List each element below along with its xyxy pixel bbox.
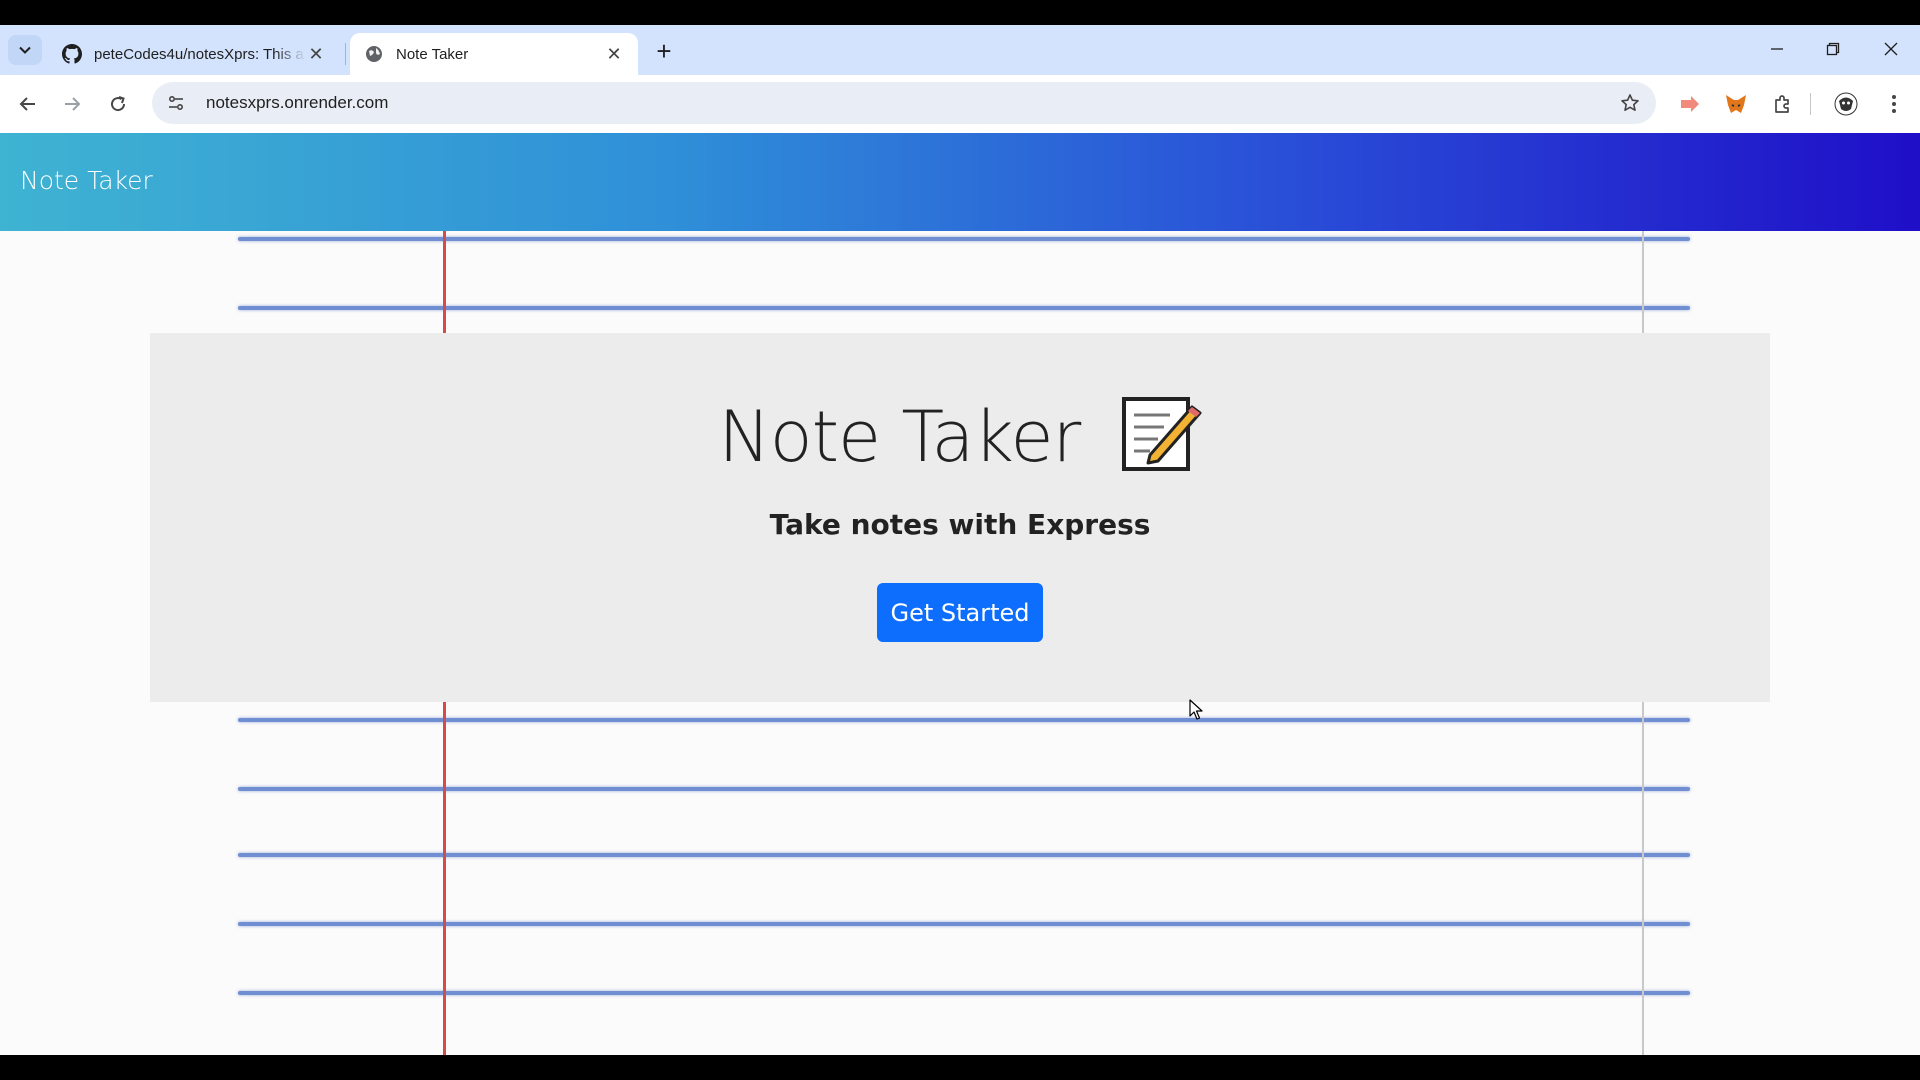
extensions-puzzle-icon[interactable]	[1766, 88, 1798, 120]
reload-button[interactable]	[102, 88, 134, 120]
github-icon	[62, 44, 82, 64]
metamask-fox-icon[interactable]	[1720, 88, 1752, 120]
tab-github[interactable]: peteCodes4u/notesXprs: This a ✕	[48, 33, 340, 75]
tab-title: Note Taker	[396, 45, 469, 63]
site-settings-icon[interactable]	[156, 87, 196, 119]
close-icon[interactable]: ✕	[604, 44, 624, 64]
ruled-line	[238, 237, 1690, 241]
minimize-icon	[1771, 48, 1783, 50]
navbar: Note Taker	[0, 133, 1920, 231]
globe-icon	[364, 44, 384, 64]
browser-toolbar: notesxprs.onrender.com	[0, 75, 1920, 133]
close-icon[interactable]: ✕	[306, 44, 326, 64]
get-started-button[interactable]: Get Started	[877, 583, 1043, 642]
tab-separator	[345, 43, 346, 65]
close-icon	[1884, 42, 1898, 56]
new-tab-button[interactable]: +	[650, 36, 678, 66]
chevron-down-icon	[19, 46, 31, 54]
extension-red-arrow-icon[interactable]	[1674, 88, 1706, 120]
notepad-pencil-icon	[1120, 393, 1202, 490]
tab-search-button[interactable]	[8, 35, 42, 65]
reload-icon	[111, 96, 126, 112]
bookmark-star-icon[interactable]	[1610, 87, 1650, 119]
tab-note-taker[interactable]: Note Taker ✕	[350, 33, 638, 75]
restore-button[interactable]	[1810, 31, 1856, 67]
ruled-line	[238, 306, 1690, 310]
letterbox-bottom	[0, 1055, 1920, 1080]
tab-title: peteCodes4u/notesXprs: This a	[94, 45, 304, 63]
page-content: Note Taker Note Taker Take notes with Ex…	[0, 133, 1920, 1055]
mouse-pointer-icon	[1189, 699, 1205, 726]
forward-button[interactable]	[56, 88, 88, 120]
forward-arrow-icon	[65, 97, 81, 111]
ruled-line	[238, 787, 1690, 791]
toolbar-separator	[1810, 93, 1811, 115]
restore-icon	[1826, 42, 1840, 56]
navbar-brand[interactable]: Note Taker	[20, 166, 153, 195]
minimize-button[interactable]	[1754, 31, 1800, 67]
margin-line	[443, 702, 446, 1055]
ruled-line	[238, 853, 1690, 857]
letterbox-top	[0, 0, 1920, 25]
back-button[interactable]	[12, 88, 44, 120]
ruled-line	[238, 922, 1690, 926]
url-text: notesxprs.onrender.com	[206, 93, 389, 112]
ruled-line	[238, 718, 1690, 722]
ruled-line	[238, 991, 1690, 995]
menu-kebab-icon[interactable]	[1878, 88, 1910, 120]
back-arrow-icon	[19, 97, 35, 111]
right-margin-line	[1642, 231, 1644, 333]
profile-avatar-icon[interactable]	[1830, 88, 1862, 120]
page-title: Note Taker	[150, 393, 1770, 490]
close-window-button[interactable]	[1868, 31, 1914, 67]
address-bar[interactable]: notesxprs.onrender.com	[152, 82, 1656, 124]
margin-line	[443, 231, 446, 333]
title-text: Note Taker	[718, 396, 1081, 478]
subtitle: Take notes with Express	[769, 508, 1151, 541]
right-margin-line	[1642, 702, 1644, 1055]
jumbotron: Note Taker Take notes with Express Get S…	[150, 333, 1770, 702]
tab-strip: peteCodes4u/notesXprs: This a ✕ Note Tak…	[0, 25, 1920, 75]
browser-chrome: peteCodes4u/notesXprs: This a ✕ Note Tak…	[0, 25, 1920, 133]
